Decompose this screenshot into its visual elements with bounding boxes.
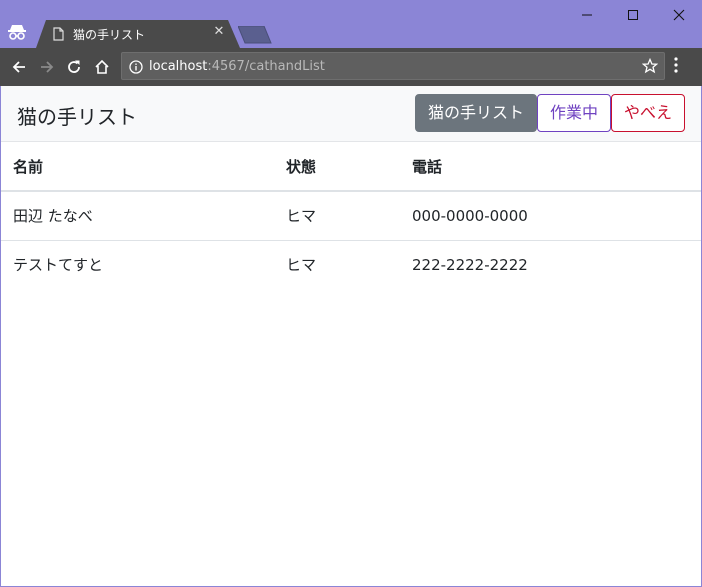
- url-path: :4567/cathandList: [207, 59, 325, 74]
- browser-tab[interactable]: 猫の手リスト ✕: [36, 20, 241, 48]
- url-host: localhost: [149, 59, 208, 74]
- table-header-row: 名前 状態 電話: [1, 142, 701, 192]
- address-bar[interactable]: localhost:4567/cathandList: [121, 52, 665, 80]
- reload-icon[interactable]: [63, 56, 85, 78]
- table-row: 田辺 たなべ ヒマ 000-0000-0000: [1, 191, 701, 241]
- page-content: 猫の手リスト 猫の手リスト 作業中 やべえ 名前 状態 電話 田辺 たなべ ヒマ…: [1, 86, 701, 586]
- tab-title: 猫の手リスト: [73, 28, 146, 42]
- cell-status: ヒマ: [274, 191, 400, 241]
- header-phone: 電話: [400, 142, 701, 192]
- url-text: localhost:4567/cathandList: [149, 59, 325, 74]
- table-row: テストてすと ヒマ 222-2222-2222: [1, 240, 701, 289]
- menu-dots-icon[interactable]: [673, 56, 679, 78]
- cell-phone: 000-0000-0000: [400, 191, 701, 241]
- header-status: 状態: [274, 142, 400, 192]
- incognito-icon: [6, 22, 28, 42]
- cathand-list-button[interactable]: 猫の手リスト: [415, 94, 537, 132]
- navbar-brand[interactable]: 猫の手リスト: [17, 101, 137, 130]
- header-name: 名前: [1, 142, 274, 192]
- browser-titlebar: 猫の手リスト ✕: [0, 0, 702, 48]
- home-icon[interactable]: [91, 56, 113, 78]
- working-button[interactable]: 作業中: [537, 94, 611, 132]
- navbar: 猫の手リスト 猫の手リスト 作業中 やべえ: [1, 86, 701, 142]
- maximize-button[interactable]: [610, 0, 656, 30]
- cell-name: 田辺 たなべ: [1, 191, 274, 241]
- window-close-button[interactable]: [656, 0, 702, 30]
- minimize-button[interactable]: [564, 0, 610, 30]
- arrow-right-icon[interactable]: [36, 56, 58, 78]
- info-icon[interactable]: [129, 59, 143, 78]
- cell-name: テストてすと: [13, 256, 104, 275]
- arrow-left-icon[interactable]: [8, 56, 30, 78]
- close-icon[interactable]: ✕: [211, 24, 227, 40]
- cell-phone: 222-2222-2222: [412, 255, 528, 274]
- cell-status: ヒマ: [286, 256, 317, 275]
- danger-button[interactable]: やべえ: [611, 94, 685, 132]
- new-tab-button[interactable]: [237, 25, 272, 48]
- star-icon[interactable]: [641, 57, 659, 78]
- cathand-table: 名前 状態 電話 田辺 たなべ ヒマ 000-0000-0000 テストてすと …: [1, 142, 701, 289]
- page-icon: [53, 26, 64, 45]
